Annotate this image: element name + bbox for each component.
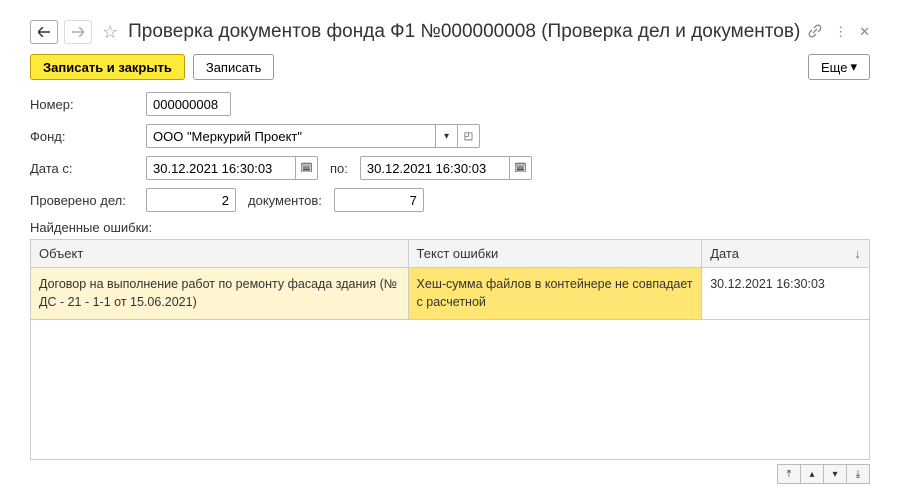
date-from-calendar-button[interactable]: 🗓 bbox=[296, 156, 318, 180]
open-icon: ◰ bbox=[464, 131, 473, 142]
checked-cases-label: Проверено дел: bbox=[30, 193, 140, 208]
scroll-last-button[interactable]: ⤓ bbox=[846, 464, 870, 484]
chevron-down-icon: ▾ bbox=[850, 59, 857, 75]
number-input[interactable] bbox=[146, 92, 231, 116]
fund-input[interactable] bbox=[146, 124, 436, 148]
menu-icon[interactable]: ⋮ bbox=[834, 24, 847, 40]
cell-error-text: Хеш-сумма файлов в контейнере не совпада… bbox=[408, 268, 702, 320]
bar-down-icon: ⤓ bbox=[856, 469, 860, 480]
calendar-icon: 🗓 bbox=[300, 163, 313, 174]
arrow-right-icon bbox=[72, 27, 84, 37]
close-icon[interactable]: ✕ bbox=[859, 24, 870, 40]
nav-forward-button[interactable] bbox=[64, 20, 92, 44]
date-to-label: по: bbox=[330, 161, 348, 176]
save-close-button[interactable]: Записать и закрыть bbox=[30, 54, 185, 80]
docs-input[interactable] bbox=[334, 188, 424, 212]
triangle-down-icon: ▾ bbox=[832, 469, 837, 480]
checked-cases-input[interactable] bbox=[146, 188, 236, 212]
docs-label: документов: bbox=[248, 193, 322, 208]
number-label: Номер: bbox=[30, 97, 140, 112]
column-date-label: Дата bbox=[710, 246, 739, 261]
scroll-down-button[interactable]: ▾ bbox=[823, 464, 847, 484]
page-title: Проверка документов фонда Ф1 №000000008 … bbox=[128, 21, 802, 43]
bar-up-icon: ⤒ bbox=[787, 469, 791, 480]
star-icon[interactable]: ☆ bbox=[102, 22, 118, 43]
fund-dropdown-button[interactable]: ▾ bbox=[436, 124, 458, 148]
nav-back-button[interactable] bbox=[30, 20, 58, 44]
table-empty-area bbox=[30, 320, 870, 460]
date-to-input[interactable] bbox=[360, 156, 510, 180]
scroll-up-button[interactable]: ▴ bbox=[800, 464, 824, 484]
cell-date: 30.12.2021 16:30:03 bbox=[702, 268, 870, 320]
chevron-down-icon: ▾ bbox=[444, 131, 449, 142]
errors-section-label: Найденные ошибки: bbox=[30, 220, 870, 235]
arrow-left-icon bbox=[38, 27, 50, 37]
cell-object: Договор на выполнение работ по ремонту ф… bbox=[31, 268, 409, 320]
save-button[interactable]: Записать bbox=[193, 54, 275, 80]
fund-label: Фонд: bbox=[30, 129, 140, 144]
column-date[interactable]: Дата ↓ bbox=[702, 240, 870, 268]
more-button[interactable]: Еще ▾ bbox=[808, 54, 870, 80]
fund-open-button[interactable]: ◰ bbox=[458, 124, 480, 148]
triangle-up-icon: ▴ bbox=[809, 469, 814, 480]
more-label: Еще bbox=[821, 60, 847, 75]
column-object[interactable]: Объект bbox=[31, 240, 409, 268]
table-row[interactable]: Договор на выполнение работ по ремонту ф… bbox=[31, 268, 870, 320]
date-from-label: Дата с: bbox=[30, 161, 140, 176]
sort-desc-icon: ↓ bbox=[855, 246, 862, 261]
errors-table: Объект Текст ошибки Дата ↓ Договор на вы… bbox=[30, 239, 870, 320]
date-to-calendar-button[interactable]: 🗓 bbox=[510, 156, 532, 180]
scroll-first-button[interactable]: ⤒ bbox=[777, 464, 801, 484]
link-icon[interactable] bbox=[808, 24, 822, 41]
date-from-input[interactable] bbox=[146, 156, 296, 180]
column-error-text[interactable]: Текст ошибки bbox=[408, 240, 702, 268]
calendar-icon: 🗓 bbox=[514, 163, 527, 174]
